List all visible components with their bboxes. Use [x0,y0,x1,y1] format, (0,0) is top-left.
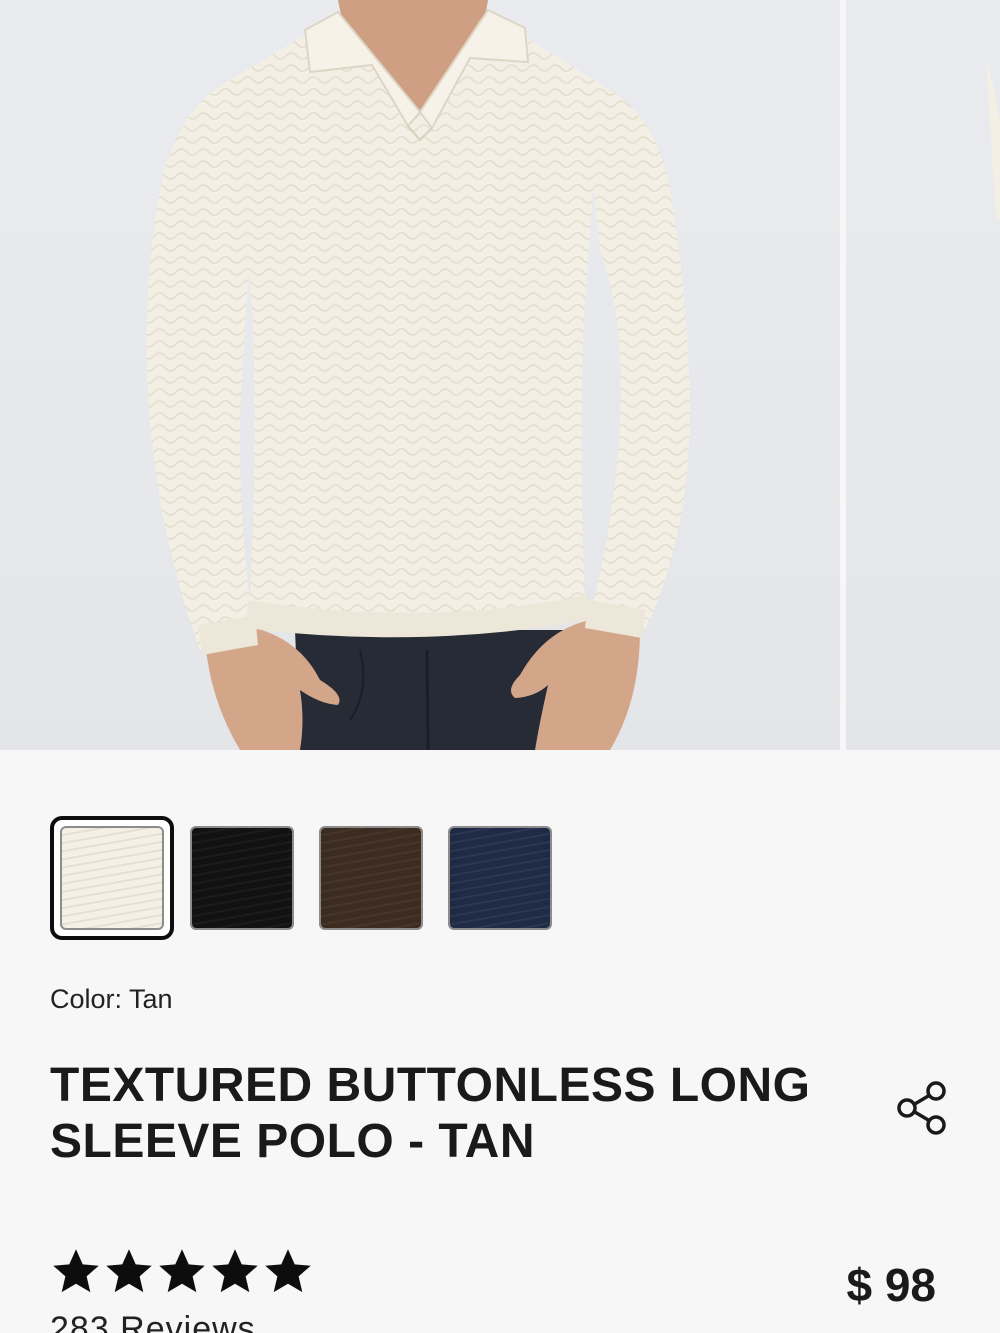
product-gallery[interactable] [0,0,1000,750]
star-icon [159,1249,205,1293]
selected-color-label: Color: Tan [50,984,173,1014]
swatch-navy[interactable] [448,825,552,930]
next-image-preview [986,60,1000,220]
swatch-black[interactable] [190,825,294,930]
product-image-main[interactable] [0,0,840,750]
share-button[interactable] [893,1078,953,1138]
product-title-line-2: SLEEVE POLO - TAN [50,1115,535,1168]
star-rating[interactable] [50,1246,315,1298]
product-title: TEXTURED BUTTONLESS LONG SLEEVE POLO - T… [50,1058,850,1170]
swatch-brown[interactable] [319,825,423,930]
color-swatch-list [50,815,577,940]
swatch-brown-fill [321,827,421,928]
swatch-tan[interactable] [50,815,174,940]
model-wearing-polo-illustration [146,0,690,750]
reviews-link[interactable]: 283 Reviews [50,1310,256,1333]
product-image-next[interactable] [846,0,1000,750]
product-price: $ 98 [846,1259,936,1311]
star-icon [106,1249,152,1293]
swatch-tan-fill [60,825,164,930]
share-icon [897,1081,946,1135]
star-icon [212,1249,258,1293]
swatch-navy-fill [450,827,550,928]
swatch-black-fill [192,827,292,928]
product-title-line-1: TEXTURED BUTTONLESS LONG [50,1059,811,1112]
star-icon [53,1249,99,1293]
star-icon [265,1249,311,1293]
